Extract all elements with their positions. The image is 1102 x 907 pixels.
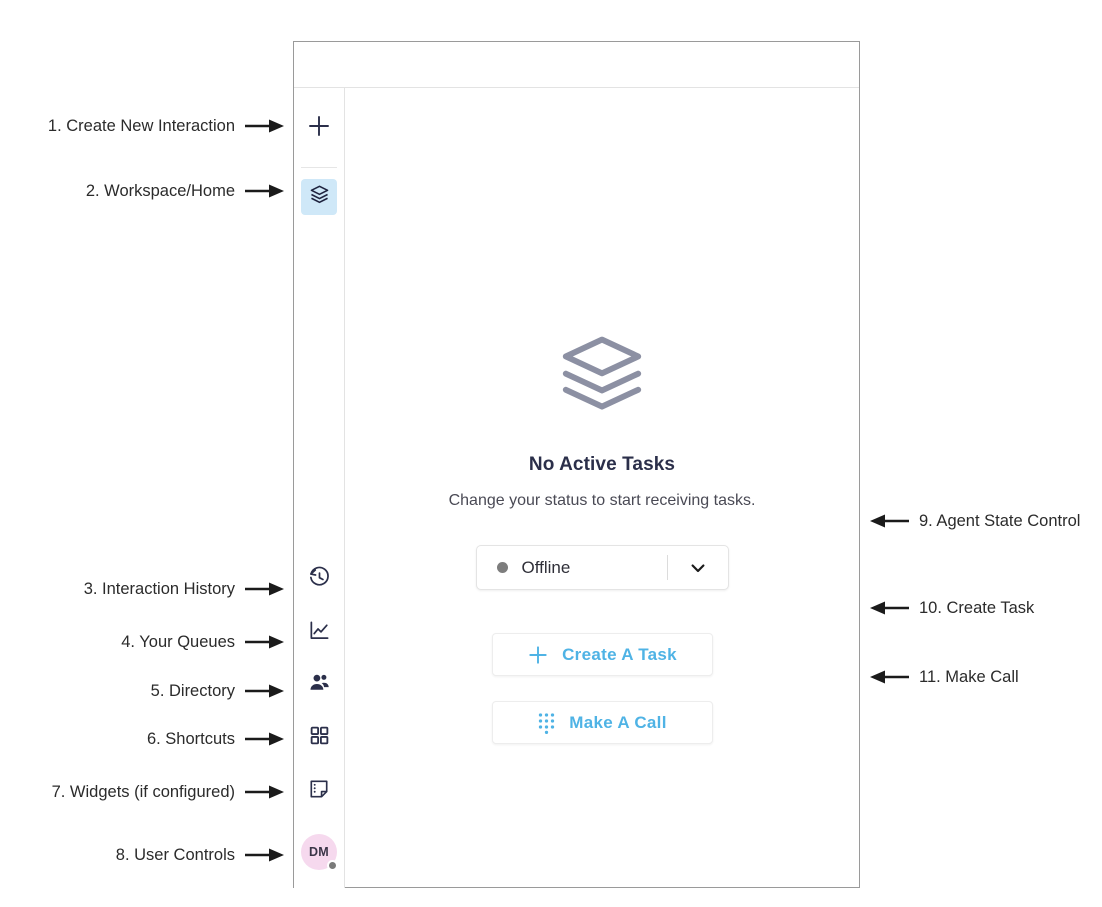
arrow-right-icon [245, 183, 285, 199]
create-task-label: Create A Task [562, 644, 677, 664]
annotation-6: 6. Shortcuts [0, 731, 285, 748]
arrow-left-icon [869, 513, 909, 529]
user-avatar[interactable]: DM [301, 834, 338, 871]
sidebar-item-widgets[interactable] [301, 773, 337, 809]
make-call-button[interactable]: Make A Call [491, 701, 713, 744]
arrow-right-icon [245, 731, 285, 747]
agent-state-value: Offline [521, 557, 571, 577]
annotation-label: 3. Interaction History [83, 580, 235, 598]
annotation-label: 8. User Controls [115, 846, 235, 864]
create-task-button[interactable]: Create A Task [491, 633, 713, 676]
annotation-label: 10. Create Task [919, 599, 1035, 617]
avatar-initials: DM [308, 845, 330, 859]
annotation-label: 4. Your Queues [121, 633, 235, 651]
page-subtitle: Change your status to start receiving ta… [448, 492, 756, 509]
annotation-10: 10. Create Task [869, 600, 1034, 617]
arrow-right-icon [245, 683, 285, 699]
annotation-3: 3. Interaction History [0, 581, 285, 598]
grid-icon [309, 725, 330, 751]
screenshot-root: 1. Create New Interaction 2. Workspace/H… [0, 0, 1102, 907]
arrow-right-icon [245, 634, 285, 650]
annotation-9: 9. Agent State Control [869, 513, 1080, 530]
annotation-label: 1. Create New Interaction [47, 117, 235, 135]
dialpad-icon [537, 712, 556, 734]
arrow-right-icon [245, 118, 285, 134]
annotation-8: 8. User Controls [0, 847, 285, 864]
arrow-left-icon [869, 600, 909, 616]
annotation-label: 9. Agent State Control [919, 512, 1081, 530]
layers-icon [309, 184, 330, 210]
annotation-label: 5. Directory [150, 682, 235, 700]
sidebar-item-shortcuts[interactable] [301, 720, 337, 756]
agent-state-value-wrap: Offline [477, 558, 667, 578]
sidebar-item-directory[interactable] [301, 667, 337, 703]
nav-divider [301, 167, 337, 168]
sidebar-item-workspace-home[interactable] [301, 179, 337, 215]
annotation-label: 6. Shortcuts [146, 730, 235, 748]
annotation-label: 11. Make Call [919, 668, 1019, 686]
people-icon [308, 671, 331, 699]
sidebar-item-interaction-history[interactable] [301, 562, 337, 598]
sidebar-item-your-queues[interactable] [301, 615, 337, 651]
main-content: No Active Tasks Change your status to st… [345, 88, 859, 888]
presence-dot-icon [327, 860, 338, 871]
arrow-right-icon [245, 581, 285, 597]
agent-state-select[interactable]: Offline [475, 545, 729, 590]
annotation-2: 2. Workspace/Home [0, 183, 285, 200]
left-nav-rail: DM [294, 88, 345, 888]
annotation-7: 7. Widgets (if configured) [0, 784, 285, 801]
history-clock-icon [308, 566, 331, 594]
make-call-label: Make A Call [569, 712, 667, 732]
annotation-label: 7. Widgets (if configured) [51, 783, 235, 801]
note-widget-icon [308, 778, 330, 805]
plus-icon [527, 644, 549, 666]
status-dot-icon [496, 562, 508, 573]
top-bar [294, 42, 859, 88]
line-chart-icon [308, 619, 331, 647]
annotation-5: 5. Directory [0, 683, 285, 700]
annotation-label: 2. Workspace/Home [85, 182, 235, 200]
sidebar-item-create-new-interaction[interactable] [301, 110, 337, 146]
annotation-1: 1. Create New Interaction [0, 118, 285, 135]
chevron-down-icon[interactable] [668, 558, 728, 578]
arrow-right-icon [245, 784, 285, 800]
layers-stack-icon [559, 331, 645, 422]
page-title: No Active Tasks [528, 454, 676, 475]
app-window: DM No Active Tasks Change your status to… [293, 41, 860, 888]
arrow-left-icon [869, 669, 909, 685]
annotation-4: 4. Your Queues [0, 634, 285, 651]
arrow-right-icon [245, 847, 285, 863]
plus-icon [307, 114, 331, 143]
annotation-11: 11. Make Call [869, 669, 1019, 686]
